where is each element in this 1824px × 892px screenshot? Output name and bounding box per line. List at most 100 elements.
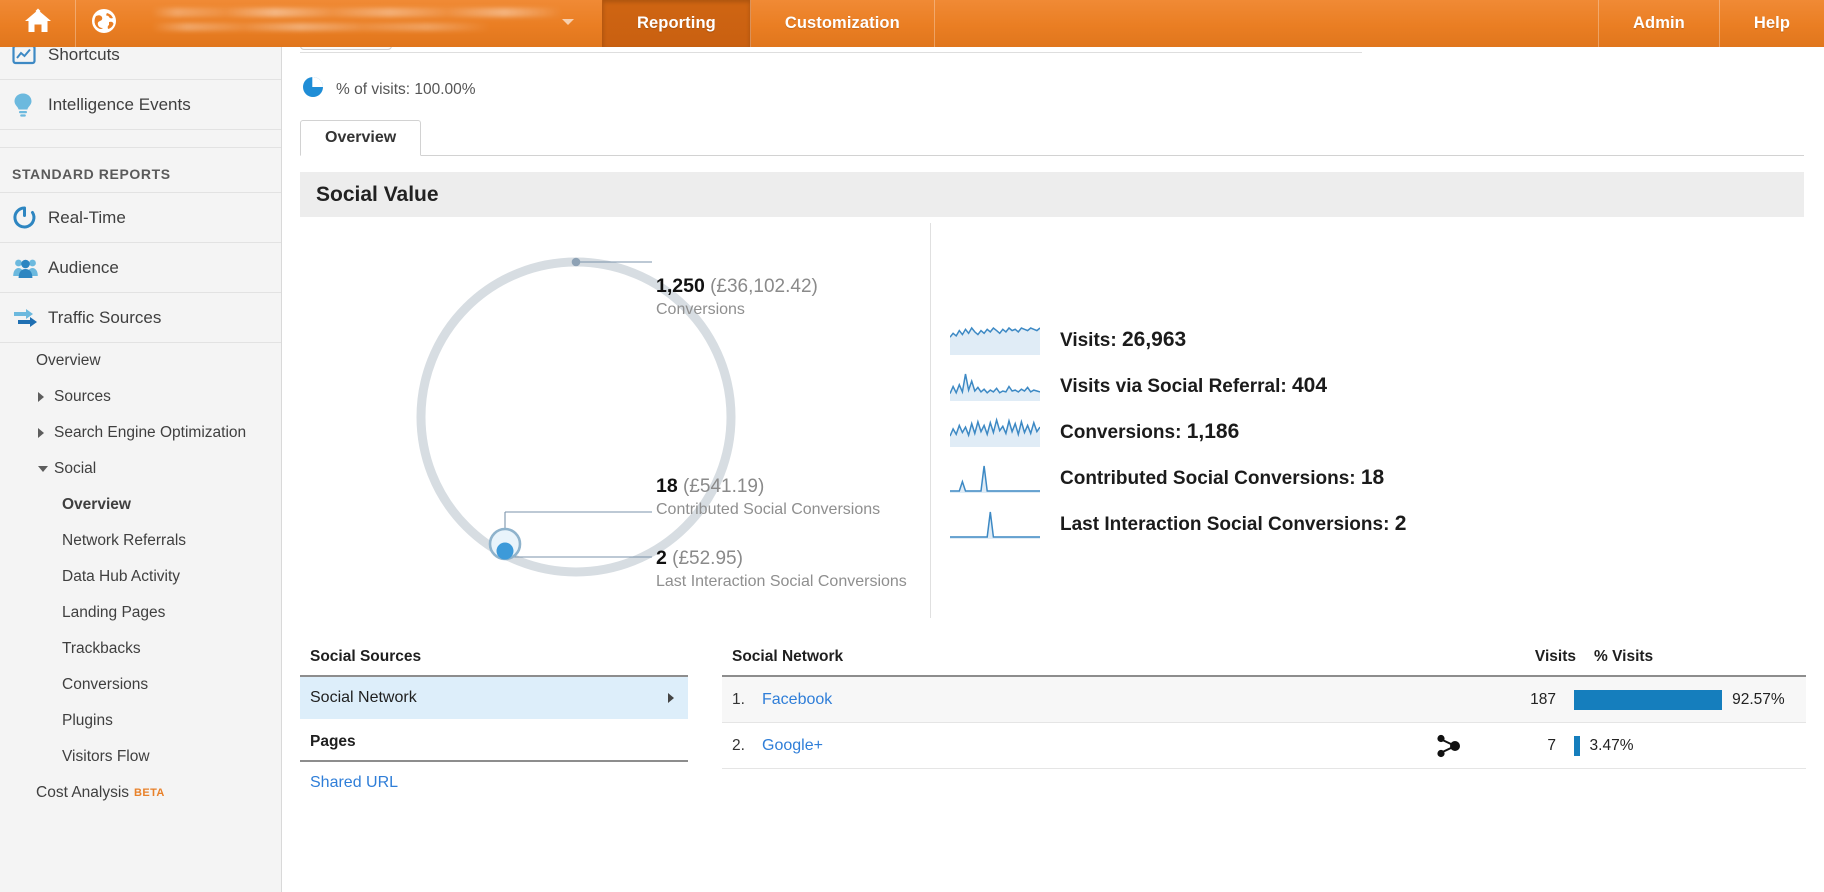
sidebar-item-plugins[interactable]: Plugins xyxy=(0,703,281,739)
sidebar-item-traffic-sources[interactable]: Traffic Sources xyxy=(0,293,281,343)
sidebar-item-network-referrals[interactable]: Network Referrals xyxy=(0,523,281,559)
sidebar-item-traffic-overview[interactable]: Overview xyxy=(0,343,281,379)
top-navigation-bar: Reporting Customization Admin Help xyxy=(0,0,1824,47)
home-button[interactable] xyxy=(0,0,76,47)
audience-icon xyxy=(12,257,48,279)
sidebar-item-label: Intelligence Events xyxy=(48,95,191,115)
social-network-table: Social Network Visits % Visits 1. Facebo… xyxy=(722,640,1806,769)
callout-contributed-social-conversions: 18 (£541.19) Contributed Social Conversi… xyxy=(656,475,880,519)
table-row[interactable]: 2. Google+ 7 3.47% xyxy=(722,723,1806,769)
sidebar-item-conversions[interactable]: Conversions xyxy=(0,667,281,703)
percent-of-visits-row: % of visits: 100.00% xyxy=(302,76,476,103)
table-row[interactable]: 1. Facebook 187 92.57% xyxy=(722,677,1806,723)
sidebar-subitem-label: Overview xyxy=(62,496,131,514)
globe-icon xyxy=(90,7,118,40)
tab-admin[interactable]: Admin xyxy=(1599,0,1720,47)
metric-label: Conversions: xyxy=(1060,422,1181,443)
chevron-down-icon xyxy=(38,466,48,472)
row-pct-cell: 3.47% xyxy=(1556,736,1786,756)
sidebar-item-real-time[interactable]: Real-Time xyxy=(0,193,281,243)
metric-text: Contributed Social Conversions: 18 xyxy=(1060,466,1384,490)
tab-overview[interactable]: Overview xyxy=(300,120,421,156)
traffic-sources-icon xyxy=(12,306,48,330)
nav-right-group: Admin Help xyxy=(1599,0,1824,47)
sidebar-item-visitors-flow[interactable]: Visitors Flow xyxy=(0,739,281,775)
sparkline-contributed-social-conversions xyxy=(950,463,1040,493)
sidebar-item-landing-pages[interactable]: Landing Pages xyxy=(0,595,281,631)
sidebar-item-data-hub-activity[interactable]: Data Hub Activity xyxy=(0,559,281,595)
sidebar-item-label: Shortcuts xyxy=(48,45,120,65)
sidebar-section-standard-reports: STANDARD REPORTS xyxy=(0,148,281,193)
sidebar-item-search-engine-optimization[interactable]: Search Engine Optimization xyxy=(0,415,281,451)
chevron-right-icon xyxy=(668,693,674,703)
sidebar-subitem-label: Conversions xyxy=(62,676,148,694)
lightbulb-icon xyxy=(12,92,48,118)
sidebar-subitem-label: Cost Analysis xyxy=(36,784,129,802)
account-property-selector[interactable] xyxy=(132,0,602,47)
pie-chart-icon xyxy=(302,76,324,103)
chevron-right-icon xyxy=(38,428,44,438)
social-sources-row-social-network[interactable]: Social Network xyxy=(300,677,688,719)
pages-link-shared-url[interactable]: Shared URL xyxy=(300,762,688,792)
sidebar-subitem-label: Sources xyxy=(54,388,111,406)
tab-customization[interactable]: Customization xyxy=(751,0,935,47)
sidebar-item-trackbacks[interactable]: Trackbacks xyxy=(0,631,281,667)
callout-money: (£52.95) xyxy=(672,548,743,569)
sidebar-subitem-label: Overview xyxy=(36,352,101,370)
row-visits: 7 xyxy=(1476,737,1556,755)
metric-text: Visits via Social Referral: 404 xyxy=(1060,374,1327,398)
nav-spacer xyxy=(935,0,1599,47)
sidebar-subitem-label: Landing Pages xyxy=(62,604,165,622)
viz-divider xyxy=(930,223,931,618)
column-header-visits: Visits xyxy=(1466,648,1576,666)
callout-value: 1,250 xyxy=(656,275,705,297)
callout-value-row: 18 (£541.19) xyxy=(656,475,880,498)
metric-visits-via-social-referral: Visits via Social Referral: 404 xyxy=(950,363,1406,409)
sidebar-item-sources[interactable]: Sources xyxy=(0,379,281,415)
sidebar-item-social[interactable]: Social xyxy=(0,451,281,487)
tab-help[interactable]: Help xyxy=(1720,0,1824,47)
metric-value: 26,963 xyxy=(1122,328,1186,351)
callout-value: 2 xyxy=(656,547,667,569)
realtime-icon xyxy=(12,205,48,230)
tab-reporting[interactable]: Reporting xyxy=(602,0,751,47)
row-pct-cell: 92.57% xyxy=(1556,690,1786,710)
sidebar-item-cost-analysis[interactable]: Cost Analysis BETA xyxy=(0,775,281,811)
sidebar-item-audience[interactable]: Audience xyxy=(0,243,281,293)
sidebar-subitem-label: Search Engine Optimization xyxy=(54,424,246,442)
sidebar-subitem-label: Visitors Flow xyxy=(62,748,150,766)
row-network-name[interactable]: Facebook xyxy=(762,691,1420,709)
sidebar-item-intelligence-events[interactable]: Intelligence Events xyxy=(0,80,281,130)
sidebar-subitem-label: Network Referrals xyxy=(62,532,186,550)
metric-last-interaction-social-conversions: Last Interaction Social Conversions: 2 xyxy=(950,501,1406,547)
row-visits: 187 xyxy=(1476,691,1556,709)
row-index: 2. xyxy=(732,737,762,755)
metric-visits: Visits: 26,963 xyxy=(950,317,1406,363)
metric-text: Conversions: 1,186 xyxy=(1060,420,1239,444)
metric-label: Contributed Social Conversions: xyxy=(1060,468,1356,489)
sidebar-gap xyxy=(0,130,281,148)
callout-value-row: 1,250 (£36,102.42) xyxy=(656,275,818,298)
panel-title-social-value: Social Value xyxy=(300,172,1804,217)
row-network-name[interactable]: Google+ xyxy=(762,737,1420,755)
column-header-pct-visits: % Visits xyxy=(1576,648,1806,666)
metric-value: 18 xyxy=(1361,466,1384,489)
sparkline-last-interaction-social-conversions xyxy=(950,509,1040,539)
home-icon xyxy=(23,7,53,40)
pages-header: Pages xyxy=(300,719,688,762)
beta-badge: BETA xyxy=(134,787,165,799)
sidebar-subitem-label: Plugins xyxy=(62,712,113,730)
property-globe-button[interactable] xyxy=(76,0,132,47)
chevron-right-icon xyxy=(38,392,44,402)
left-sidebar: Shortcuts Intelligence Events STANDARD R… xyxy=(0,30,282,892)
callout-last-interaction-social-conversions: 2 (£52.95) Last Interaction Social Conve… xyxy=(656,547,907,591)
pct-bar xyxy=(1574,736,1580,756)
sparkline-visits xyxy=(950,325,1040,355)
social-network-table-header: Social Network Visits % Visits xyxy=(722,640,1806,677)
metric-label: Visits: xyxy=(1060,330,1117,351)
share-node-icon xyxy=(1420,733,1476,759)
metric-label: Last Interaction Social Conversions: xyxy=(1060,514,1389,535)
sidebar-item-label: Traffic Sources xyxy=(48,308,161,328)
sidebar-item-social-overview[interactable]: Overview xyxy=(0,487,281,523)
metric-text: Last Interaction Social Conversions: 2 xyxy=(1060,512,1406,536)
